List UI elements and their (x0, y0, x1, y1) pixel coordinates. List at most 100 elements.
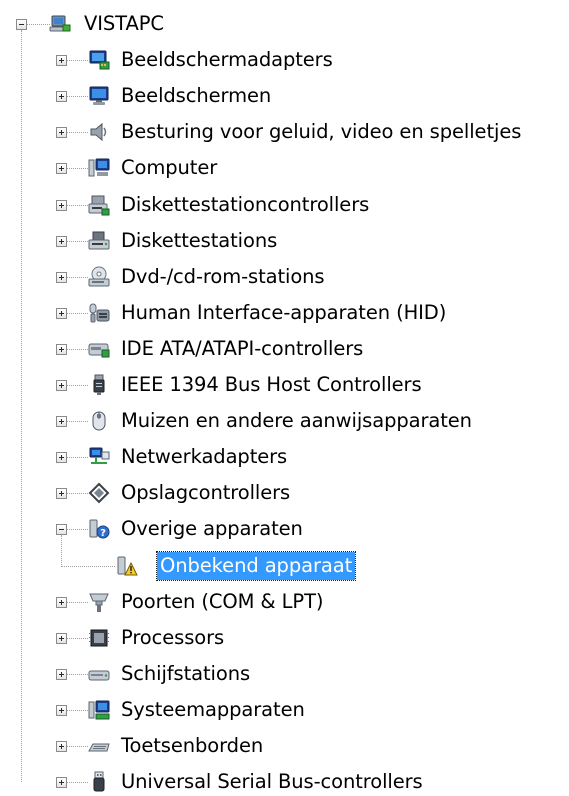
expand-toggle[interactable] (56, 596, 67, 608)
expand-toggle[interactable] (56, 91, 67, 103)
unknown-device-icon: ? (88, 518, 110, 540)
unknown-device-warning-icon (116, 555, 138, 577)
tree-line-horizontal (67, 421, 88, 423)
tree-line-vertical (21, 30, 22, 783)
tree-node-onbekend-apparaat[interactable]: Onbekend apparaat (155, 550, 357, 581)
tree-line-horizontal (67, 312, 88, 314)
collapse-toggle[interactable] (16, 19, 27, 30)
plus-sign-stem (61, 166, 62, 172)
floppy-controller-icon (88, 194, 110, 216)
plus-sign-stem (61, 310, 62, 316)
expand-toggle[interactable] (56, 632, 67, 644)
tree-node-human-interface-apparaten-hid[interactable]: Human Interface-apparaten (HID) (118, 299, 449, 327)
tree-line-horizontal (67, 276, 88, 278)
port-icon (88, 591, 110, 613)
tree-line-horizontal (67, 385, 88, 386)
tree-line-horizontal (67, 782, 88, 784)
tree-node-muizen-en-andere-aanwijsapparaten[interactable]: Muizen en andere aanwijsapparaten (118, 407, 475, 435)
expand-toggle[interactable] (56, 488, 67, 500)
tree-line-horizontal (67, 601, 88, 603)
tree-node-universal-serial-bus-controllers[interactable]: Universal Serial Bus-controllers (118, 768, 426, 796)
plus-sign-stem (61, 94, 62, 100)
plus-sign-stem (61, 419, 62, 425)
expand-toggle[interactable] (56, 55, 67, 67)
usb-icon (88, 771, 110, 793)
expand-toggle[interactable] (56, 416, 67, 428)
expand-toggle[interactable] (56, 704, 67, 716)
tree-node-ide-ata-atapi-controllers[interactable]: IDE ATA/ATAPI-controllers (118, 335, 366, 363)
tree-node-beeldschermen[interactable]: Beeldschermen (118, 82, 274, 110)
tree-node-computer[interactable]: Computer (118, 154, 220, 182)
plus-sign-stem (61, 346, 62, 352)
expand-toggle[interactable] (56, 127, 67, 139)
plus-sign-stem (61, 130, 62, 136)
tree-node-systeemapparaten[interactable]: Systeemapparaten (118, 696, 308, 724)
tree-node-netwerkadapters[interactable]: Netwerkadapters (118, 443, 290, 471)
tree-node-dvd-cd-rom-stations[interactable]: Dvd-/cd-rom-stations (118, 263, 328, 291)
system-device-icon (88, 699, 110, 721)
expand-toggle[interactable] (56, 307, 67, 319)
tree-line-horizontal (67, 348, 88, 350)
tree-line-horizontal (67, 132, 88, 134)
svg-text:?: ? (100, 528, 106, 539)
plus-sign-stem (61, 707, 62, 713)
plus-sign-stem (61, 383, 62, 388)
collapse-toggle[interactable] (56, 524, 67, 536)
tree-node-diskettestations[interactable]: Diskettestations (118, 227, 280, 255)
tree-node-opslagcontrollers[interactable]: Opslagcontrollers (118, 479, 293, 507)
optical-drive-icon (88, 266, 110, 288)
tree-node-beeldschermadapters[interactable]: Beeldschermadapters (118, 46, 336, 74)
tree-line-horizontal (67, 96, 88, 98)
tree-line-horizontal (67, 240, 88, 242)
expand-toggle[interactable] (56, 668, 67, 680)
tree-node-root[interactable]: VISTAPC (81, 10, 167, 38)
network-adapter-icon (88, 446, 110, 468)
minus-sign (59, 529, 64, 531)
tree-node-ieee-1394-bus-host-controllers[interactable]: IEEE 1394 Bus Host Controllers (118, 371, 425, 399)
plus-sign-stem (61, 635, 62, 641)
tree-line-horizontal (67, 60, 88, 62)
tree-line-horizontal (61, 565, 115, 567)
expand-toggle[interactable] (56, 777, 67, 789)
tree-node-processors[interactable]: Processors (118, 624, 227, 652)
plus-sign-stem (61, 780, 62, 786)
plus-sign-stem (61, 202, 62, 208)
plus-sign-stem (61, 274, 62, 280)
mouse-icon (88, 410, 110, 432)
tree-line-vertical (61, 535, 62, 566)
keyboard-icon (88, 735, 110, 757)
tree-node-poorten-com-lpt[interactable]: Poorten (COM & LPT) (118, 588, 326, 616)
display-adapter-icon (88, 49, 110, 71)
tree-node-besturing-voor-geluid-video-en-spelletjes[interactable]: Besturing voor geluid, video en spelletj… (118, 118, 524, 146)
expand-toggle[interactable] (56, 741, 67, 752)
processor-icon (88, 627, 110, 649)
tree-line-horizontal (67, 746, 88, 747)
expand-toggle[interactable] (56, 452, 67, 464)
expand-toggle[interactable] (56, 380, 67, 391)
speaker-icon (88, 121, 110, 143)
monitor-icon (88, 85, 110, 107)
plus-sign-stem (61, 455, 62, 461)
expand-toggle[interactable] (56, 163, 67, 175)
expand-toggle[interactable] (56, 271, 67, 283)
tree-line-horizontal (67, 673, 88, 675)
tree-node-diskettestationcontrollers[interactable]: Diskettestationcontrollers (118, 191, 372, 219)
tree-node-schijfstations[interactable]: Schijfstations (118, 660, 253, 688)
expand-toggle[interactable] (56, 199, 67, 211)
expand-toggle[interactable] (56, 235, 67, 247)
computer-icon (88, 157, 110, 179)
expand-toggle[interactable] (56, 343, 67, 355)
plus-sign-stem (61, 491, 62, 497)
minus-sign (19, 24, 24, 25)
tree-line-horizontal (67, 493, 88, 495)
plus-sign-stem (61, 599, 62, 605)
plus-sign-stem (61, 671, 62, 677)
disk-drive-icon (88, 663, 110, 685)
tree-node-toetsenborden[interactable]: Toetsenborden (118, 732, 266, 760)
plus-sign-stem (61, 238, 62, 244)
floppy-drive-icon (88, 230, 110, 252)
hid-icon (88, 302, 110, 324)
tree-line-horizontal (67, 709, 88, 711)
storage-controller-icon (88, 482, 110, 504)
tree-node-overige-apparaten[interactable]: Overige apparaten (118, 515, 306, 543)
